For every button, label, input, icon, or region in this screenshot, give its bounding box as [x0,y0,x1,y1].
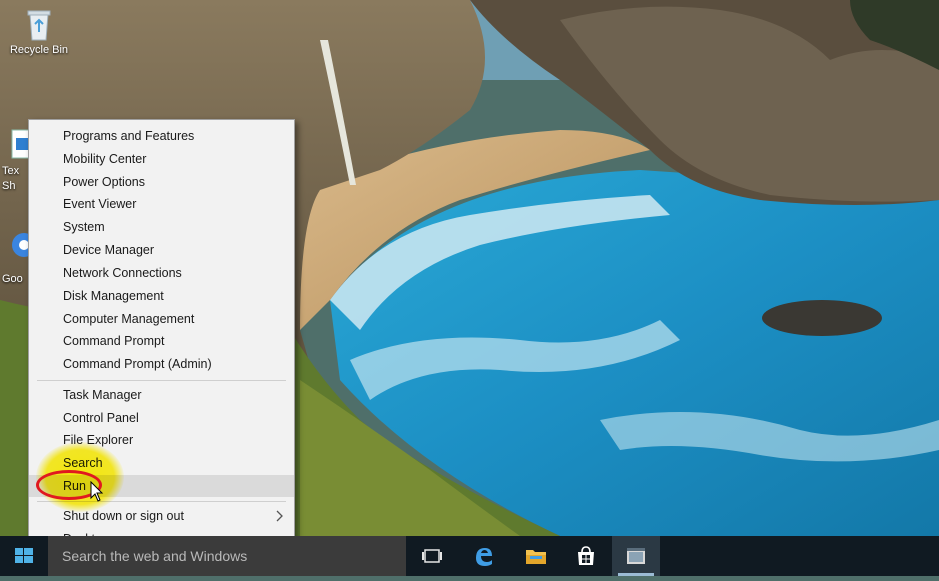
task-view-icon [422,549,442,563]
menu-item-device-manager[interactable]: Device Manager [29,239,294,261]
task-view-button[interactable] [408,536,456,576]
menu-item-command-prompt-admin[interactable]: Command Prompt (Admin) [29,353,294,375]
windows-logo-icon [15,548,33,563]
store-button[interactable] [562,536,610,576]
recycle-bin-icon [22,6,56,42]
menu-item-network-connections[interactable]: Network Connections [29,262,294,284]
menu-item-disk-management[interactable]: Disk Management [29,285,294,307]
desktop-icon-partial-label: Tex [2,165,20,177]
desktop-icon-partial-label: Sh [2,180,16,192]
menu-item-power-options[interactable]: Power Options [29,171,294,193]
menu-item-programs-and-features[interactable]: Programs and Features [29,125,294,147]
edge-button[interactable] [460,536,508,576]
edge-icon [476,548,492,566]
taskbar-search-input[interactable]: Search the web and Windows [48,536,406,576]
store-icon [578,546,594,565]
taskbar: Search the web and Windows [0,536,939,576]
app-icon [627,548,645,564]
menu-separator [37,380,286,381]
file-explorer-button[interactable] [512,536,560,576]
desktop-icon-label: Recycle Bin [9,44,69,56]
menu-item-system[interactable]: System [29,216,294,238]
desktop-icon-partial-label: Goo [2,273,23,285]
menu-item-mobility-center[interactable]: Mobility Center [29,148,294,170]
running-app-button[interactable] [612,536,660,576]
chevron-right-icon [276,510,283,522]
menu-item-control-panel[interactable]: Control Panel [29,407,294,429]
menu-item-event-viewer[interactable]: Event Viewer [29,193,294,215]
start-button[interactable] [0,536,48,576]
file-explorer-icon [526,550,546,564]
mouse-cursor-icon [90,481,104,502]
menu-item-task-manager[interactable]: Task Manager [29,384,294,406]
desktop-icon-recycle-bin[interactable]: Recycle Bin [4,6,74,56]
menu-item-computer-management[interactable]: Computer Management [29,308,294,330]
menu-item-command-prompt[interactable]: Command Prompt [29,330,294,352]
